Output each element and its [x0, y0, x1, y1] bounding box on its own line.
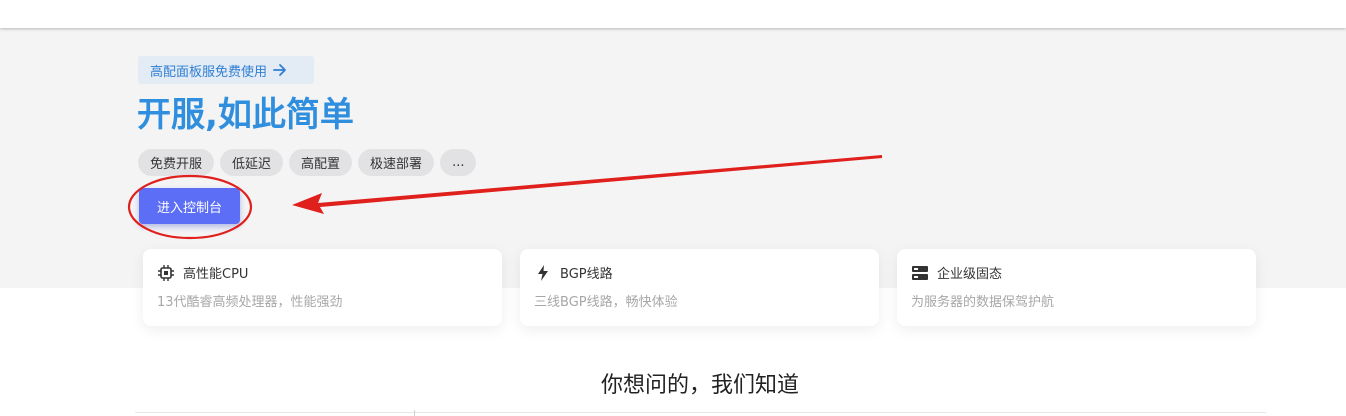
tag-fast-deploy: 极速部署 [358, 149, 435, 176]
promo-link[interactable]: 高配面板服免费使用 [138, 56, 314, 84]
tag-low-latency: 低延迟 [220, 149, 284, 176]
lightning-icon [538, 264, 548, 281]
console-button[interactable]: 进入控制台 [139, 188, 240, 224]
divider-tick [414, 410, 415, 416]
divider [135, 412, 1266, 413]
tag-more: ... [440, 149, 477, 176]
feature-card-cpu: 高性能CPU 13代酷睿高频处理器，性能强劲 [143, 249, 502, 326]
feature-tags: 免费开服 低延迟 高配置 极速部署 ... [138, 149, 477, 176]
feature-card-ssd: 企业级固态 为服务器的数据保驾护航 [897, 249, 1256, 326]
feature-desc: 为服务器的数据保驾护航 [911, 295, 1055, 310]
faq-title: 你想问的，我们知道 [600, 373, 799, 398]
cpu-icon [158, 264, 174, 281]
top-nav-bar [0, 0, 1346, 28]
arrow-right-icon [273, 64, 286, 76]
page-title: 开服,如此简单 [137, 95, 354, 135]
feature-title: 高性能CPU [183, 267, 249, 282]
feature-card-bgp: BGP线路 三线BGP线路，畅快体验 [520, 249, 879, 326]
feature-desc: 三线BGP线路，畅快体验 [534, 295, 678, 310]
server-icon [912, 265, 928, 280]
promo-label: 高配面板服免费使用 [150, 64, 268, 80]
feature-title: BGP线路 [560, 267, 613, 282]
feature-desc: 13代酷睿高频处理器，性能强劲 [157, 295, 343, 310]
tag-free: 免费开服 [138, 149, 215, 176]
tag-high-spec: 高配置 [289, 149, 353, 176]
feature-title: 企业级固态 [937, 267, 1003, 282]
